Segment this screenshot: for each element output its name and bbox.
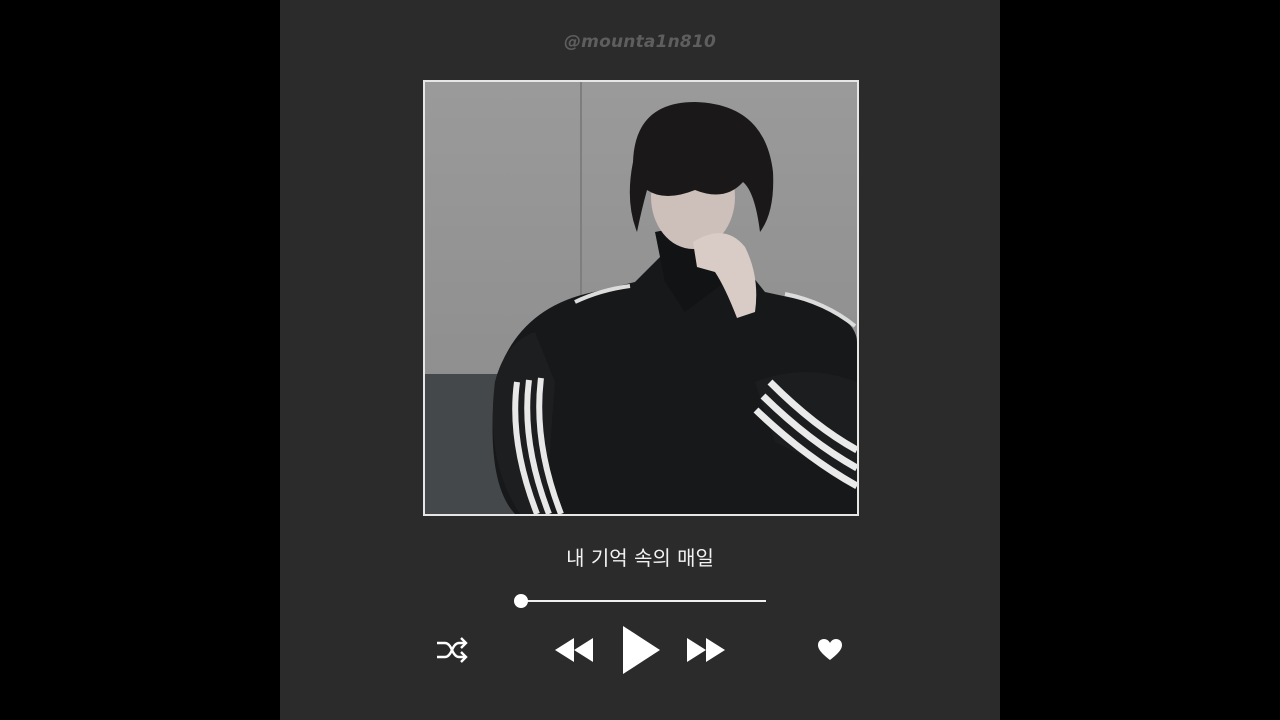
fast-forward-icon <box>687 638 725 662</box>
next-button[interactable] <box>686 636 726 664</box>
previous-button[interactable] <box>554 636 594 664</box>
channel-handle: @mounta1n810 <box>563 32 716 52</box>
play-icon <box>623 626 660 674</box>
rewind-icon <box>555 638 593 662</box>
track-title: 내 기억 속의 매일 <box>566 546 714 570</box>
progress-knob[interactable] <box>514 594 528 608</box>
album-cover-image <box>425 82 857 514</box>
shuffle-button[interactable] <box>435 635 469 665</box>
player-card: @mounta1n810 내 기억 속의 매일 <box>280 0 1000 720</box>
like-button[interactable] <box>817 638 843 662</box>
album-cover <box>423 80 859 516</box>
progress-bar[interactable] <box>521 600 766 602</box>
heart-icon <box>818 639 842 660</box>
play-button[interactable] <box>621 624 661 676</box>
shuffle-icon <box>437 637 468 663</box>
